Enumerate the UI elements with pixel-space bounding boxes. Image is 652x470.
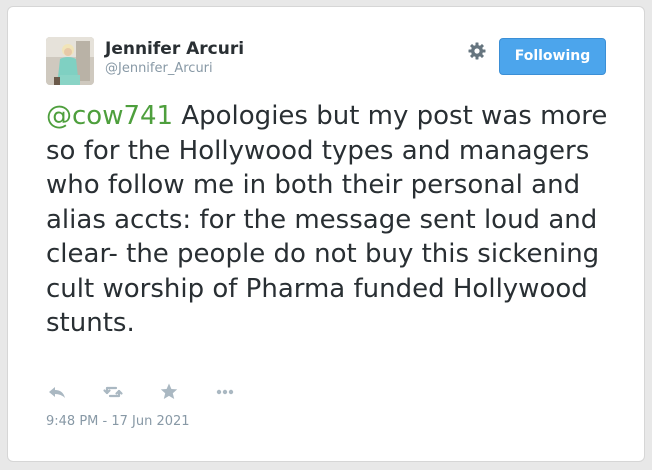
gear-icon[interactable] (467, 41, 487, 61)
favorite-icon[interactable] (158, 381, 180, 403)
display-name[interactable]: Jennifer Arcuri (105, 39, 244, 59)
tweet-card: Jennifer Arcuri @Jennifer_Arcuri Followi… (7, 6, 645, 462)
following-button[interactable]: Following (499, 38, 606, 75)
tweet-text: @cow741 Apologies but my post was more s… (46, 99, 616, 341)
tweet-body: Apologies but my post was more so for th… (46, 101, 608, 338)
user-handle[interactable]: @Jennifer_Arcuri (105, 61, 213, 76)
mention-link[interactable]: @cow741 (46, 101, 173, 131)
reply-icon[interactable] (46, 381, 68, 403)
avatar[interactable] (46, 37, 94, 85)
timestamp[interactable]: 9:48 PM - 17 Jun 2021 (46, 414, 190, 429)
avatar-image (46, 37, 94, 85)
more-icon[interactable] (214, 381, 236, 403)
retweet-icon[interactable] (102, 381, 124, 403)
